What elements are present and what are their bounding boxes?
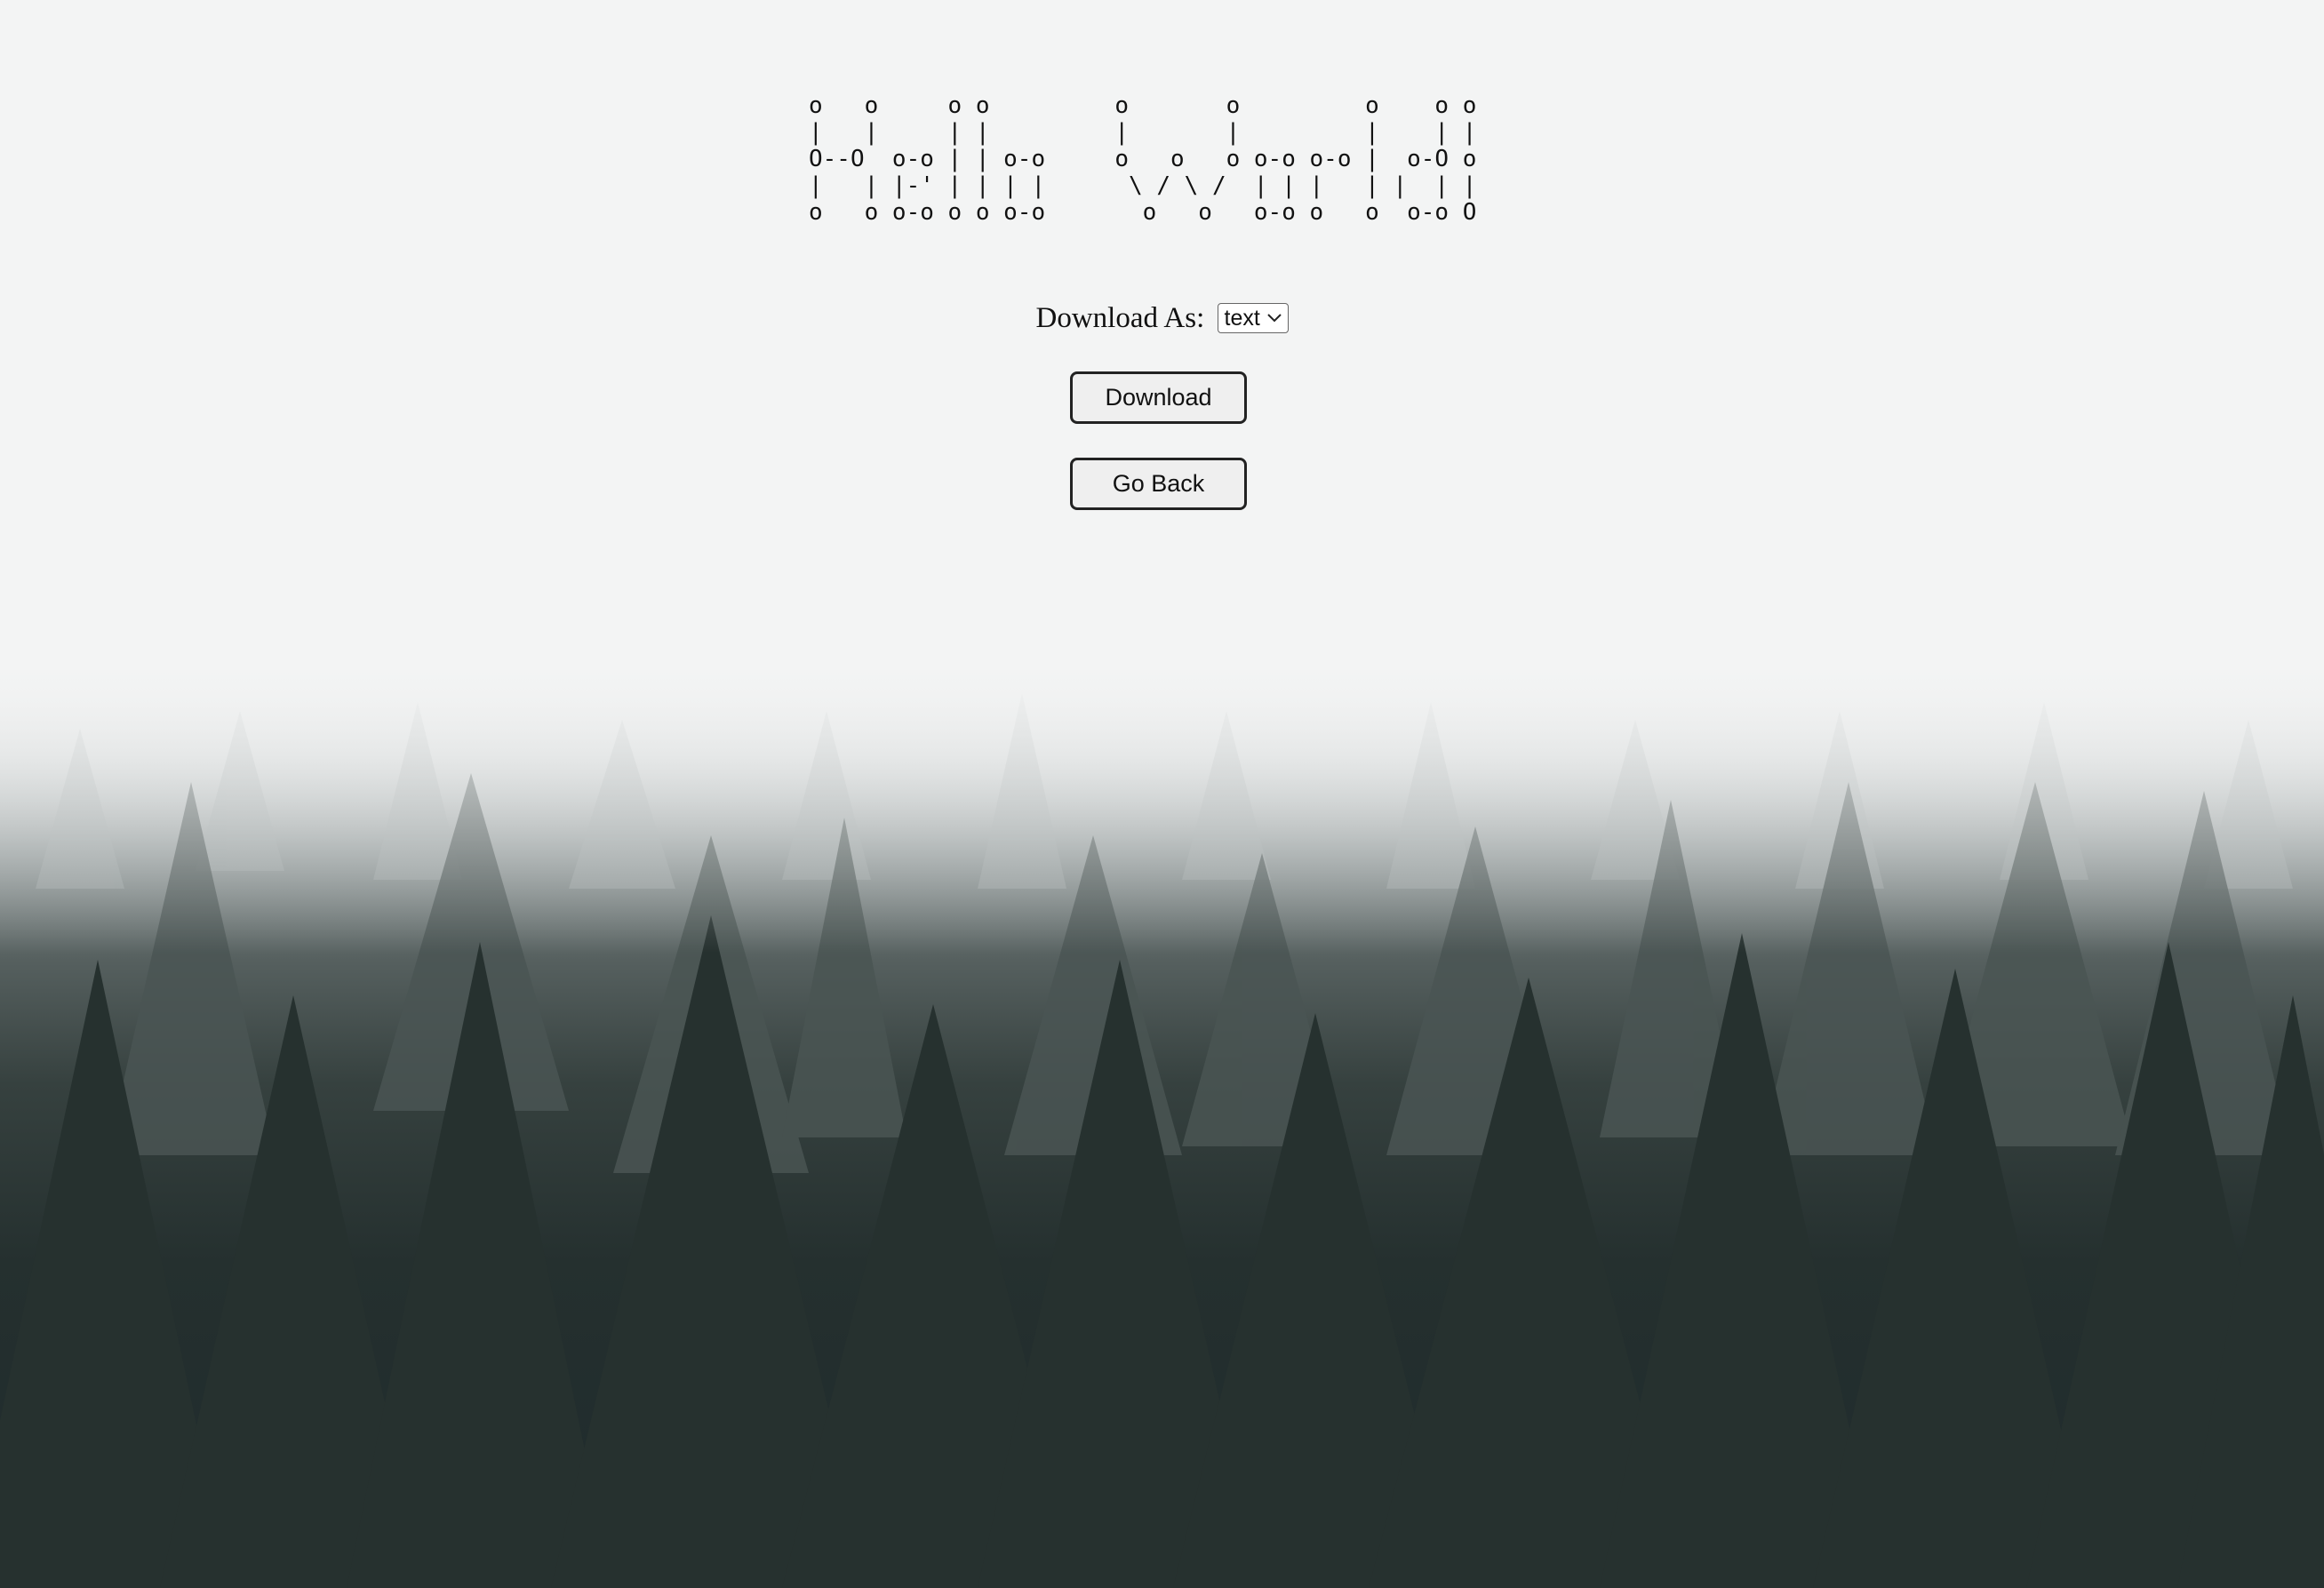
hello-world-ascii-banner: o o o o o o o o o | | | | | | | | | O--O… [809, 92, 1477, 226]
download-format-row: Download As: text [0, 300, 2324, 335]
format-select[interactable]: text [1217, 303, 1289, 334]
background-forest-image [0, 0, 2324, 1588]
download-button[interactable]: Download [1070, 371, 1247, 424]
chevron-down-icon [1266, 314, 1282, 323]
go-back-button[interactable]: Go Back [1070, 458, 1247, 510]
format-select-value: text [1224, 305, 1260, 331]
download-as-label: Download As: [1035, 301, 1205, 334]
forest-illustration [0, 0, 2324, 1588]
